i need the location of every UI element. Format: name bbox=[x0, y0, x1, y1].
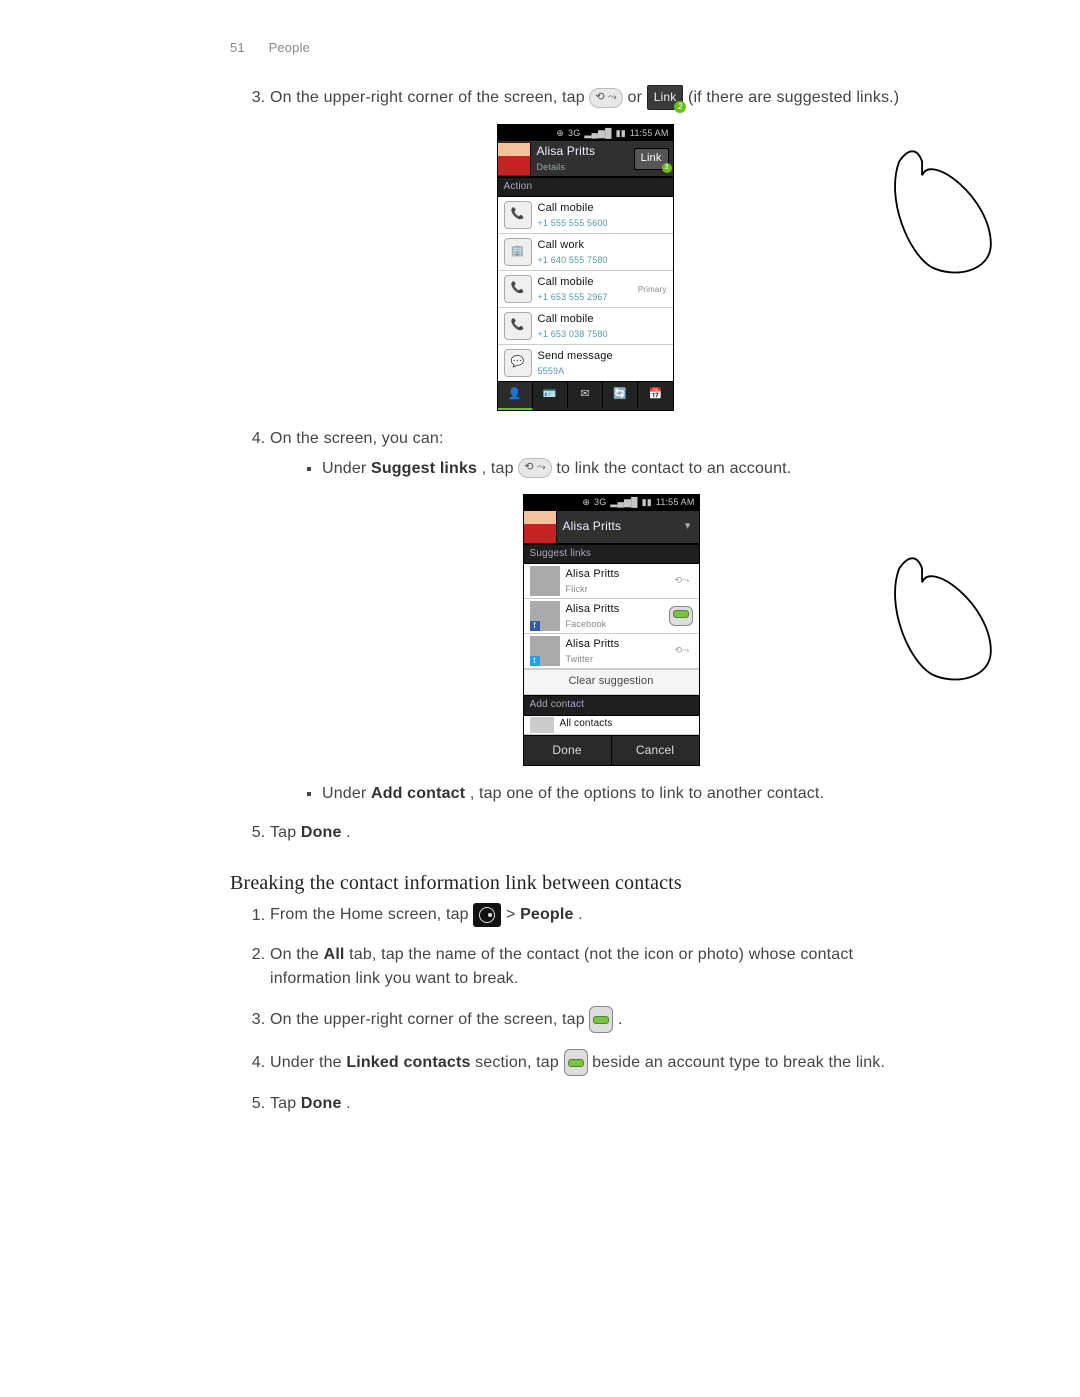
page-number: 51 bbox=[230, 40, 245, 55]
contact-avatar bbox=[498, 143, 531, 175]
tab-card[interactable]: 🪪 bbox=[533, 382, 568, 408]
avatar-silhouette: f bbox=[530, 601, 560, 631]
step-4-sublist: Under Suggest links , tap ⟲ ⤳ to link th… bbox=[270, 457, 900, 806]
step-3: On the upper-right corner of the screen,… bbox=[270, 85, 900, 411]
link-icon[interactable]: ⟲⤳ bbox=[671, 572, 692, 590]
pointing-hand-icon bbox=[890, 142, 1000, 282]
phone-icon: 📞 bbox=[504, 312, 532, 340]
breaking-step-2: On the All tab, tap the name of the cont… bbox=[270, 943, 900, 989]
step-4: On the screen, you can: Under Suggest li… bbox=[270, 427, 900, 805]
link-icon[interactable]: ⟲⤳ bbox=[671, 642, 692, 660]
contact-avatar bbox=[524, 511, 557, 543]
add-contact-header: Add contact bbox=[524, 695, 699, 716]
contact-name: Alisa Pritts bbox=[537, 143, 624, 160]
action-row[interactable]: 📞 Call mobile+1 555 555 5600 bbox=[498, 197, 673, 234]
suggested-contact-row[interactable]: Alisa PrittsFlickr ⟲⤳ bbox=[524, 564, 699, 599]
action-row[interactable]: 📞 Call mobile+1 653 038 7580 bbox=[498, 308, 673, 345]
tab-sync[interactable]: 🔄 bbox=[603, 382, 638, 408]
tab-profile[interactable]: 👤 bbox=[498, 382, 533, 410]
status-bar: ⊕3G ▂▄▆█▮▮ 11:55 AM bbox=[524, 495, 699, 511]
message-icon: 💬 bbox=[504, 349, 532, 377]
status-bar: ⊕ 3G ▂▄▆█ ▮▮ 11:55 AM bbox=[498, 125, 673, 141]
page-header: 51 People bbox=[230, 40, 900, 55]
action-row[interactable]: 🏢 Call work+1 640 555 7580 bbox=[498, 234, 673, 271]
phone-screenshot-2: ⊕3G ▂▄▆█▮▮ 11:55 AM Alisa Pritts ▾ bbox=[322, 494, 900, 766]
primary-tag: Primary bbox=[632, 284, 673, 296]
phone-work-icon: 🏢 bbox=[504, 238, 532, 266]
link-button[interactable]: Link 3 bbox=[634, 148, 669, 170]
bottom-tab-bar[interactable]: 👤 🪪 ✉ 🔄 📅 bbox=[498, 381, 673, 410]
link-badge-icon: 2 bbox=[674, 101, 686, 113]
phone-icon: 📞 bbox=[504, 201, 532, 229]
action-row[interactable]: 📞 Call mobile+1 653 555 2967 Primary bbox=[498, 271, 673, 308]
contact-subtitle: Details bbox=[537, 161, 624, 174]
steps-list: On the upper-right corner of the screen,… bbox=[230, 85, 900, 844]
link-button-inline: Link 2 bbox=[647, 85, 684, 110]
action-header: Action bbox=[498, 177, 673, 198]
page-section-title: People bbox=[269, 40, 310, 55]
link-chain-icon: ⟲ ⤳ bbox=[589, 88, 623, 108]
group-icon bbox=[530, 717, 554, 733]
action-row[interactable]: 💬 Send message5559A bbox=[498, 345, 673, 381]
link-chain-icon: ⟲ ⤳ bbox=[518, 458, 552, 478]
step-4-bullet-1: Under Suggest links , tap ⟲ ⤳ to link th… bbox=[322, 457, 900, 767]
contact-name: Alisa Pritts bbox=[563, 518, 671, 535]
breaking-step-4: Under the Linked contacts section, tap b… bbox=[270, 1049, 900, 1076]
step-4-bullet-2: Under Add contact , tap one of the optio… bbox=[322, 782, 900, 805]
dropdown-chevron-icon[interactable]: ▾ bbox=[677, 515, 699, 539]
apps-button-icon bbox=[473, 903, 501, 927]
phone-screenshot-1: ⊕ 3G ▂▄▆█ ▮▮ 11:55 AM Alisa Pritts Detai… bbox=[270, 124, 900, 411]
linked-chain-icon bbox=[589, 1006, 613, 1033]
pointing-hand-icon bbox=[890, 549, 1000, 689]
done-button[interactable]: Done bbox=[524, 735, 611, 765]
tab-calendar[interactable]: 📅 bbox=[638, 382, 672, 408]
manual-page: 51 People On the upper-right corner of t… bbox=[0, 0, 1080, 1397]
breaking-step-5: Tap Done . bbox=[270, 1092, 900, 1115]
linked-icon[interactable] bbox=[669, 606, 693, 626]
section-heading: Breaking the contact information link be… bbox=[230, 872, 900, 895]
suggested-contact-row[interactable]: t Alisa PrittsTwitter ⟲⤳ bbox=[524, 634, 699, 669]
phone-icon: 📞 bbox=[504, 275, 532, 303]
breaking-step-3: On the upper-right corner of the screen,… bbox=[270, 1006, 900, 1033]
all-contacts-row[interactable]: All contacts bbox=[524, 716, 699, 735]
linked-chain-icon bbox=[564, 1049, 588, 1076]
suggest-links-header: Suggest links bbox=[524, 544, 699, 565]
breaking-step-1: From the Home screen, tap > People . bbox=[270, 903, 900, 927]
link-count-badge: 3 bbox=[662, 163, 672, 173]
step-5: Tap Done . bbox=[270, 821, 900, 844]
cancel-button[interactable]: Cancel bbox=[611, 735, 699, 765]
avatar-silhouette bbox=[530, 566, 560, 596]
clear-suggestion-button[interactable]: Clear suggestion bbox=[524, 669, 699, 695]
avatar-silhouette: t bbox=[530, 636, 560, 666]
suggested-contact-row[interactable]: f Alisa PrittsFacebook bbox=[524, 599, 699, 634]
tab-mail[interactable]: ✉ bbox=[568, 382, 603, 408]
breaking-steps-list: From the Home screen, tap > People . On … bbox=[230, 903, 900, 1115]
